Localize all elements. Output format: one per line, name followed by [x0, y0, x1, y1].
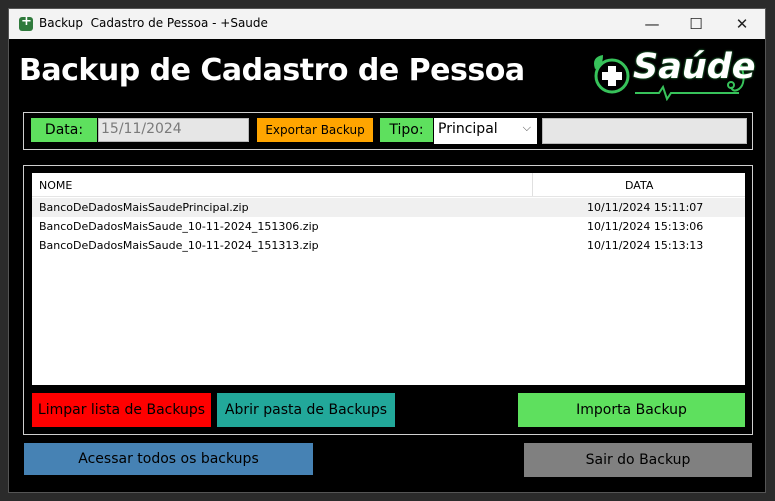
all-backups-button[interactable]: Acessar todos os backups — [24, 443, 313, 475]
table-row[interactable]: BancoDeDadosMaisSaude_10-11-2024_151313.… — [32, 236, 745, 255]
chevron-down-icon: ⌵ — [522, 121, 531, 134]
export-backup-button[interactable]: Exportar Backup — [257, 118, 373, 142]
type-label: Tipo: — [380, 118, 433, 142]
type-select[interactable]: Principal ⌵ — [434, 118, 537, 144]
window-title: Backup Cadastro de Pessoa - +Saude — [39, 16, 268, 30]
logo-text: Saúde — [633, 47, 756, 87]
column-divider[interactable] — [532, 173, 533, 196]
title-bar[interactable]: Backup Cadastro de Pessoa - +Saude — ☐ ✕ — [9, 9, 765, 39]
import-backup-button[interactable]: Importa Backup — [518, 393, 745, 427]
maximize-button[interactable]: ☐ — [673, 9, 719, 39]
status-field[interactable] — [542, 118, 747, 144]
app-icon — [19, 14, 33, 31]
open-backup-folder-button[interactable]: Abrir pasta de Backups — [217, 393, 395, 427]
backup-list[interactable]: NOME DATA BancoDeDadosMaisSaudePrincipal… — [32, 173, 745, 385]
column-header-nome[interactable]: NOME — [39, 179, 72, 192]
row-date: 10/11/2024 15:13:13 — [587, 239, 704, 252]
row-date: 10/11/2024 15:13:06 — [587, 220, 704, 233]
app-window: Backup Cadastro de Pessoa - +Saude — ☐ ✕… — [8, 8, 766, 493]
minimize-button[interactable]: — — [629, 9, 675, 39]
saude-logo: Saúde — [589, 47, 759, 102]
date-field[interactable]: 15/11/2024 — [98, 118, 249, 142]
row-date: 10/11/2024 15:11:07 — [587, 201, 704, 214]
date-label: Data: — [31, 118, 97, 142]
type-select-value: Principal — [438, 121, 498, 137]
row-name: BancoDeDadosMaisSaude_10-11-2024_151313.… — [39, 239, 319, 252]
table-row[interactable]: BancoDeDadosMaisSaudePrincipal.zip 10/11… — [32, 198, 745, 217]
table-row[interactable]: BancoDeDadosMaisSaude_10-11-2024_151306.… — [32, 217, 745, 236]
clear-backups-button[interactable]: Limpar lista de Backups — [32, 393, 211, 427]
row-name: BancoDeDadosMaisSaudePrincipal.zip — [39, 201, 249, 214]
list-header: NOME DATA — [32, 173, 745, 197]
page-title: Backup de Cadastro de Pessoa — [19, 53, 525, 88]
row-name: BancoDeDadosMaisSaude_10-11-2024_151306.… — [39, 220, 319, 233]
close-button[interactable]: ✕ — [719, 9, 765, 39]
column-header-data[interactable]: DATA — [625, 179, 653, 192]
exit-backup-button[interactable]: Sair do Backup — [524, 443, 752, 477]
